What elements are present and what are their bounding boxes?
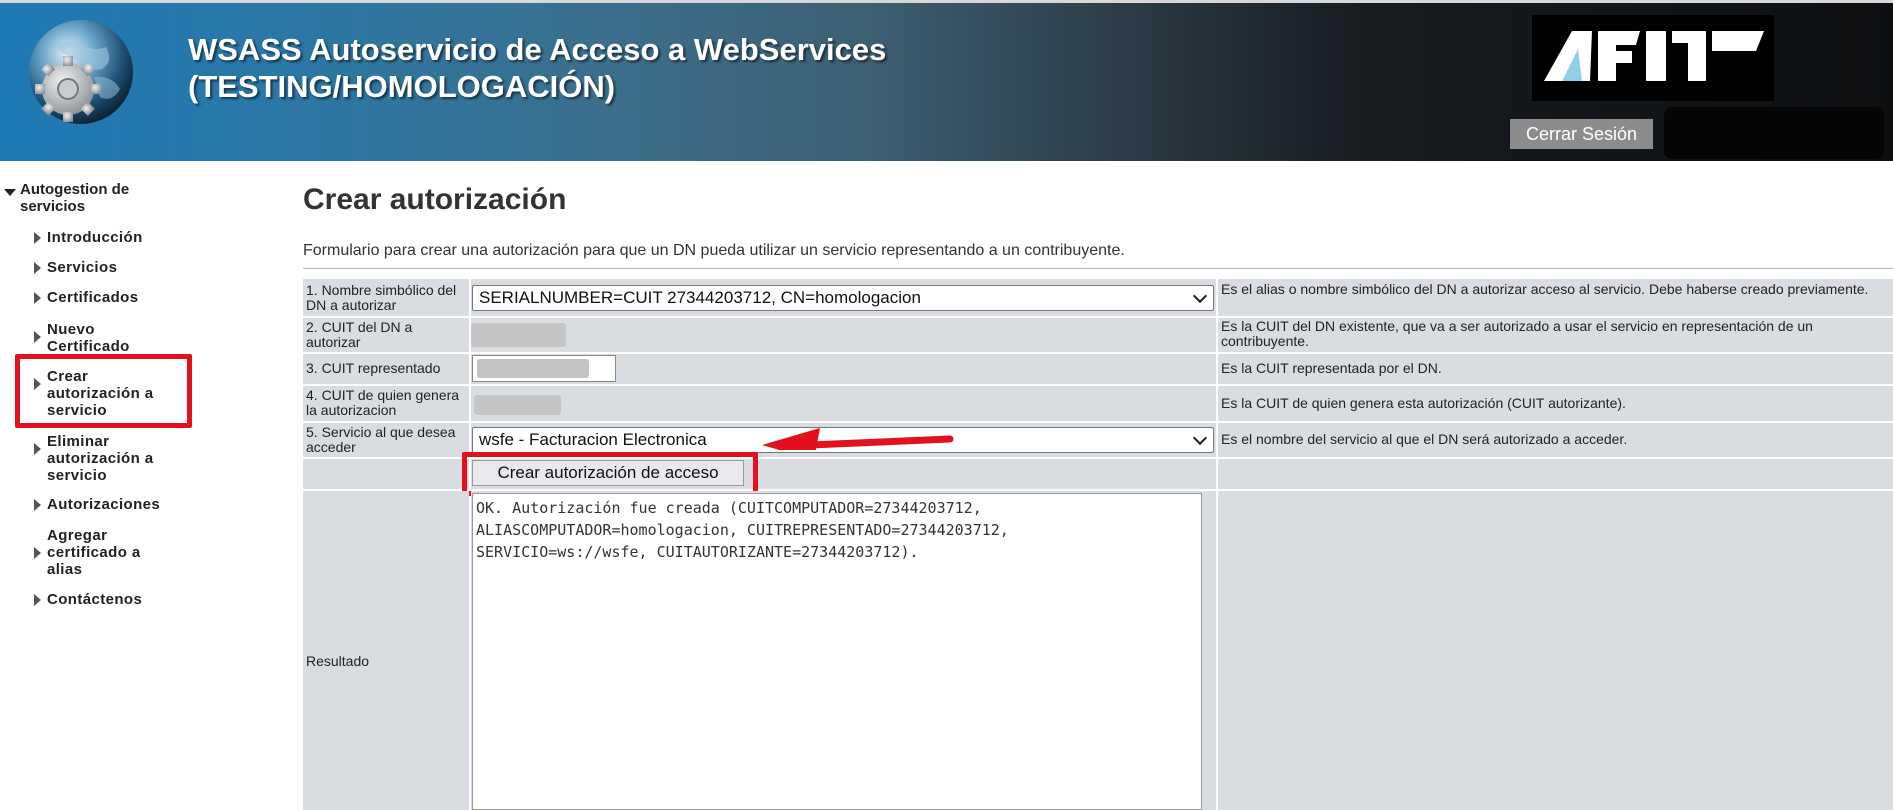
collapsed-triangle-icon [34,262,41,274]
row5-label-cell: 5. Servicio al que desea acceder [303,423,469,457]
row3-label: 3. CUIT representado [306,360,441,376]
row2-hint: Es la CUIT del DN existente, que va a se… [1221,318,1813,349]
result-label-cell: Resultado [303,491,469,810]
collapsed-triangle-icon [34,547,41,559]
sidebar-item-label: Introducción [47,229,143,246]
result-textarea[interactable]: OK. Autorización fue creada (CUITCOMPUTA… [472,493,1202,810]
sidebar-item-label: Autorizaciones [47,496,161,513]
highlight-box [462,452,758,496]
sidebar-item-label: Servicios [47,259,118,276]
sidebar-root-label: Autogestion de servicios [20,181,130,215]
sidebar-item-label: Certificados [47,289,139,306]
sidebar-item-label: Agregar certificado a alias [47,527,141,578]
redacted-cuit-dn [471,323,566,347]
page-title: Crear autorización [303,183,567,216]
redacted-user-info [1664,107,1884,159]
sidebar-item-label: Crear autorización a servicio [47,368,154,419]
collapsed-triangle-icon [34,594,41,606]
collapsed-triangle-icon [34,292,41,304]
sidebar-item-label: Contáctenos [47,591,143,608]
afip-logo [1532,15,1774,101]
row5-hint: Es el nombre del servicio al que el DN s… [1221,431,1628,447]
row1-label-cell: 1. Nombre simbólico del DN a autorizar [303,279,469,316]
dn-alias-select-value: SERIALNUMBER=CUIT 27344203712, CN=homolo… [479,288,921,307]
row4-value-cell [471,386,1216,421]
divider [303,268,1893,269]
collapsed-triangle-icon [34,378,41,390]
collapsed-triangle-icon [34,443,41,455]
app-title: WSASS Autoservicio de Acceso a WebServic… [188,31,886,105]
collapsed-triangle-icon [34,499,41,511]
submit-row-label-cell [303,459,469,489]
app-title-line2: (TESTING/HOMOLOGACIÓN) [188,69,616,104]
row2-value-cell [471,318,1216,352]
row2-hint-cell: Es la CUIT del DN existente, que va a se… [1218,318,1893,352]
row5-label: 5. Servicio al que desea acceder [306,424,456,455]
row4-hint-cell: Es la CUIT de quien genera esta autoriza… [1218,386,1893,421]
row2-label: 2. CUIT del DN a autorizar [306,319,413,350]
app-title-line1: WSASS Autoservicio de Acceso a WebServic… [188,32,887,67]
header-banner: WSASS Autoservicio de Acceso a WebServic… [0,3,1893,161]
expanded-triangle-icon [4,189,16,196]
chevron-down-icon [1192,430,1208,446]
sidebar-item-label: Eliminar autorización a servicio [47,433,154,484]
sidebar-item-label: Nuevo Certificado [47,321,130,355]
row3-hint: Es la CUIT representada por el DN. [1221,360,1442,376]
row1-label: 1. Nombre simbólico del DN a autorizar [306,282,457,313]
submit-row-hint-cell [1218,459,1893,489]
annotation-arrow-icon [762,428,954,450]
chevron-down-icon [1192,288,1208,304]
row2-label-cell: 2. CUIT del DN a autorizar [303,318,469,352]
cuit-representado-input[interactable] [472,355,616,382]
result-label: Resultado [306,653,370,669]
collapsed-triangle-icon [34,232,41,244]
row4-label-cell: 4. CUIT de quien genera la autorizacion [303,386,469,421]
row3-label-cell: 3. CUIT representado [303,354,469,384]
row4-label: 4. CUIT de quien genera la autorizacion [306,387,460,418]
collapsed-triangle-icon [34,331,41,343]
page-description: Formulario para crear una autorización p… [303,242,1125,259]
result-hint-cell [1218,491,1893,810]
service-select-value: wsfe - Facturacion Electronica [479,430,707,449]
redacted-cuit-representado [477,359,589,378]
row3-hint-cell: Es la CUIT representada por el DN. [1218,354,1893,384]
row5-hint-cell: Es el nombre del servicio al que el DN s… [1218,423,1893,457]
row1-hint: Es el alias o nombre simbólico del DN a … [1221,281,1869,297]
logout-button[interactable]: Cerrar Sesión [1510,119,1653,149]
globe-gear-icon [29,20,133,124]
row4-hint: Es la CUIT de quien genera esta autoriza… [1221,395,1626,411]
redacted-cuit-autorizante [474,395,561,415]
dn-alias-select[interactable]: SERIALNUMBER=CUIT 27344203712, CN=homolo… [472,285,1214,311]
row1-hint-cell: Es el alias o nombre simbólico del DN a … [1218,279,1893,316]
